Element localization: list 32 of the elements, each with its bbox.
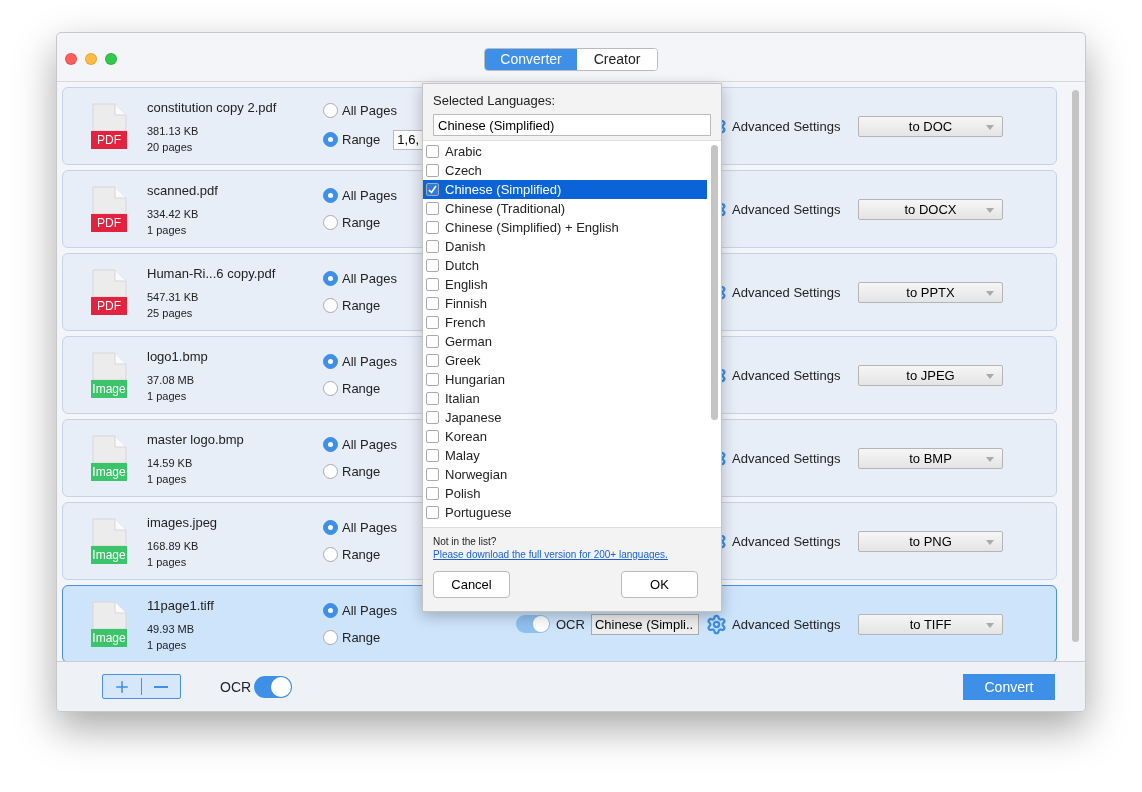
file-size: 381.13 KB (147, 124, 200, 137)
file-size: 334.42 KB (147, 207, 200, 220)
file-size: 168.89 KB (147, 539, 200, 552)
page-count: 20 pages (147, 140, 194, 153)
page-count: 1 pages (147, 472, 188, 485)
note-text: Not in the list? (433, 536, 497, 547)
file-type-badge: PDF (91, 214, 127, 232)
file-size: 49.93 MB (147, 622, 196, 635)
ocr-label: OCR (556, 616, 585, 632)
file-type-badge: Image (91, 463, 127, 481)
file-name: 11page1.tiff (147, 597, 215, 613)
file-name: images.jpeg (147, 514, 219, 530)
file-name: Human-Ri...6 copy.pdf (147, 265, 277, 281)
file-size: 14.59 KB (147, 456, 194, 469)
file-type-badge: Image (91, 380, 127, 398)
file-name: logo1.bmp (147, 348, 209, 364)
file-type-badge: PDF (91, 297, 127, 315)
file-type-badge: Image (91, 629, 127, 647)
page-count: 25 pages (147, 306, 194, 319)
file-name: constitution copy 2.pdf (147, 99, 278, 115)
page-count: 1 pages (147, 555, 188, 568)
page-count: 1 pages (147, 389, 188, 402)
file-size: 37.08 MB (147, 373, 196, 386)
file-type-badge: Image (91, 546, 127, 564)
ocr-label: OCR (220, 678, 252, 695)
file-size: 547.31 KB (147, 290, 200, 303)
file-type-badge: PDF (91, 131, 127, 149)
file-name: master logo.bmp (147, 431, 245, 447)
popover-title: Selected Languages: (432, 92, 557, 110)
page-count: 1 pages (147, 638, 188, 651)
file-name: scanned.pdf (147, 182, 219, 198)
page-count: 1 pages (147, 223, 188, 236)
